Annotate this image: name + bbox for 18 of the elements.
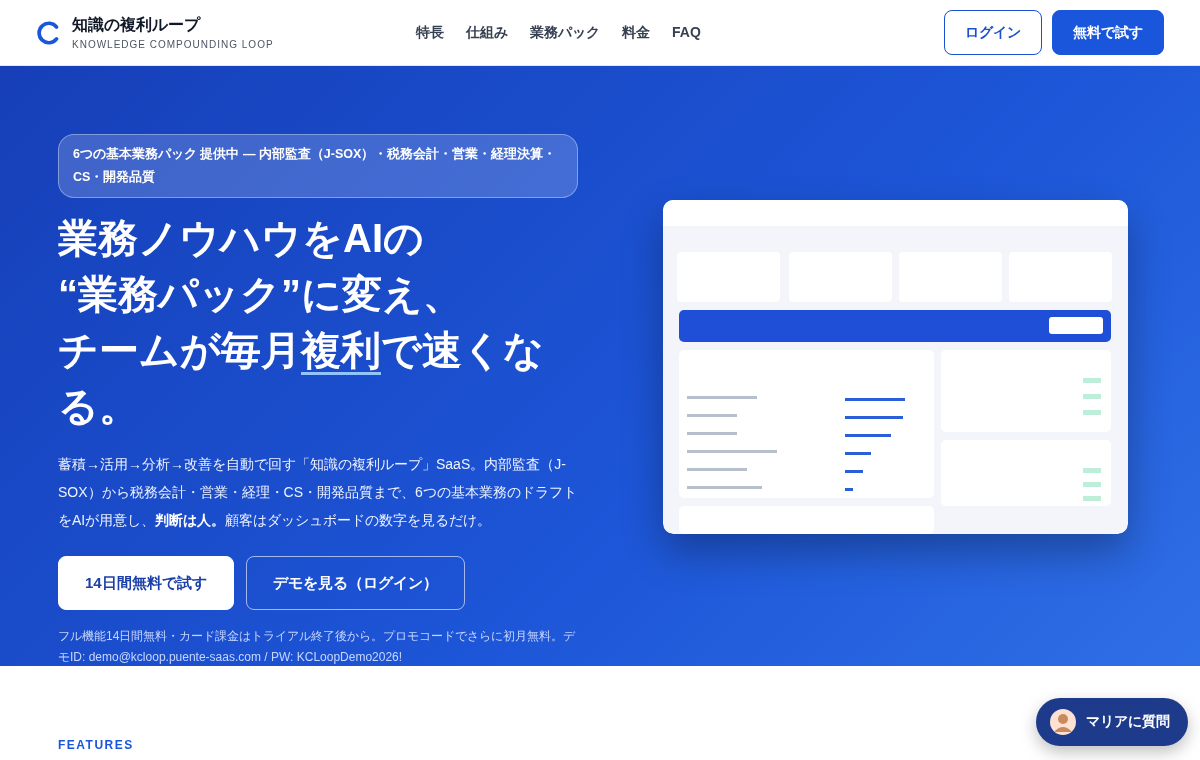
hero-description: 蓄積→活用→分析→改善を自動で回す「知識の複利ループ」SaaS。内部監査（J-SOX）から税務会計・営業・経理・CS・開発品質まで、6つの基本業務のドラフトをAIが用意し、判断は人。顧客はダッシュボードの数字を見るだけ。 [58,455,578,530]
nav-link[interactable]: 業務パック [530,23,600,42]
trial-note: フル機能14日間無料・カード課金はトライアル終了後から。プロモコードでさらに初月無料。デモID: demo@kcloop.puente-saas.com / PW: KCLoopDemo2026! [58,628,577,666]
secondary-button[interactable]: デモを見る（ログイン） [245,556,465,610]
avatar-icon [1050,709,1076,735]
trial-button[interactable]: 14日間無料で試す [58,556,234,610]
chat-button[interactable]: マリアに質問 [1036,698,1188,746]
nav-link[interactable]: 料金 [622,23,650,42]
nav-link[interactable]: 仕組み [466,23,508,42]
announcement-badge: 6つの基本業務パック 提供中 — 内部監査（J-SOX）・税務会計・営業・経理決算・CS・開発品質 [58,134,578,198]
logo-title: 知識の複利ループ [72,15,202,35]
nav-link[interactable]: 特長 [416,23,444,42]
section-label: FEATURES [58,738,134,752]
hero-headline: 業務ノウハウをAIの “業務パック”に変え、 チームが毎月複利で速くなる。 [58,215,545,430]
logo-subtitle: KNOWLEDGE COMPOUNDING LOOP [72,39,274,50]
nav-link[interactable]: FAQ [672,23,701,42]
secondary-button[interactable]: ログイン [944,10,1042,55]
trial-button[interactable]: 無料で試す [1052,10,1164,55]
